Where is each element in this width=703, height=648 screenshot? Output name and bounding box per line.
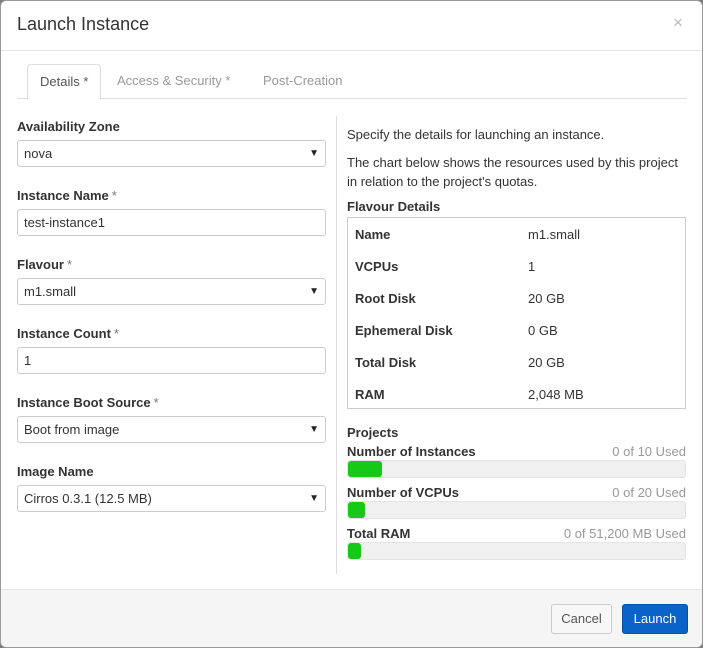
quota-label: Number of Instances [347,444,476,459]
required-marker: * [66,257,73,272]
quota-progress-bar [347,542,686,560]
availability-zone-group: Availability Zone nova ▼ [17,119,326,167]
boot-source-select[interactable]: Boot from image ▼ [17,416,326,443]
image-name-group: Image Name Cirros 0.3.1 (12.5 MB) ▼ [17,464,326,512]
quota-label: Total RAM [347,526,411,541]
boot-source-label: Instance Boot Source [17,395,151,410]
quota-progress-bar [347,460,686,478]
flavour-details-table: Name m1.small VCPUs 1 Root Disk 20 GB Ep… [347,217,686,409]
flavour-row-value: 20 GB [528,291,565,306]
flavour-row: Root Disk 20 GB [355,291,675,311]
required-marker: * [111,188,117,203]
flavour-row-value: m1.small [528,227,581,242]
quota-used-text: 0 of 20 Used [612,485,686,500]
quota-progress-fill [348,461,382,477]
tab-access-security[interactable]: Access & Security * [117,64,230,99]
cancel-button[interactable]: Cancel [551,604,612,634]
quota-progress-fill [348,502,365,518]
boot-source-label-wrap: Instance Boot Source * [17,395,326,412]
flavour-row: VCPUs 1 [355,259,675,279]
flavour-row-key: Total Disk [355,355,417,370]
tab-bar: Details * Access & Security * Post-Creat… [17,64,687,100]
image-name-value: Cirros 0.3.1 (12.5 MB) [24,491,152,506]
instance-count-label: Instance Count [17,326,111,341]
flavour-select[interactable]: m1.small ▼ [17,278,326,305]
projects-title: Projects [347,425,399,440]
instance-name-label: Instance Name [17,188,109,203]
boot-source-group: Instance Boot Source * Boot from image ▼ [17,395,326,443]
flavour-details-title: Flavour Details [347,199,441,214]
flavour-row-value: 2,048 MB [528,387,584,402]
quota-progress-bar [347,501,686,519]
quota-used-text: 0 of 51,200 MB Used [563,526,686,541]
flavour-row-key: VCPUs [355,259,399,274]
flavour-group: Flavour * m1.small ▼ [17,257,326,305]
flavour-value: m1.small [24,284,77,299]
instance-count-input[interactable] [17,347,326,374]
flavour-label: Flavour [17,257,64,272]
quota-used-text: 0 of 10 Used [612,444,686,459]
instance-count-group: Instance Count * [17,326,326,374]
flavour-row: Name m1.small [355,227,675,247]
launch-button[interactable]: Launch [622,604,688,634]
flavour-row: RAM 2,048 MB [355,387,675,407]
image-name-label: Image Name [17,464,94,479]
flavour-row-key: Name [355,227,391,242]
modal-title: Launch Instance [17,14,150,34]
instance-name-input[interactable] [17,209,326,236]
flavour-row-key: Root Disk [355,291,416,306]
quota-label: Number of VCPUs [347,485,459,500]
help-chart-note: The chart below shows the resources used… [347,155,678,189]
flavour-row-key: Ephemeral Disk [355,323,453,338]
close-icon[interactable]: × [673,13,683,33]
availability-zone-select[interactable]: nova ▼ [17,140,326,167]
required-marker: * [153,395,159,410]
modal-header: Launch Instance × [1,1,702,51]
flavour-row-value: 0 GB [528,323,558,338]
quota-progress-fill [348,543,362,559]
instance-name-label-wrap: Instance Name * [17,188,326,205]
dropdown-arrow-icon: ▼ [309,493,319,504]
flavour-row: Total Disk 20 GB [355,355,675,375]
dropdown-arrow-icon: ▼ [309,286,319,297]
launch-instance-modal: Launch Instance × Details * Access & Sec… [0,0,703,648]
flavour-row: Ephemeral Disk 0 GB [355,323,675,343]
required-marker: * [113,326,119,341]
instance-name-group: Instance Name * [17,188,326,236]
flavour-row-key: RAM [355,387,385,402]
instance-count-label-wrap: Instance Count * [17,326,326,343]
tab-details[interactable]: Details * [27,64,102,100]
image-name-select[interactable]: Cirros 0.3.1 (12.5 MB) ▼ [17,485,326,512]
boot-source-value: Boot from image [24,422,120,437]
flavour-row-value: 1 [528,259,536,274]
column-divider [336,116,337,574]
flavour-label-wrap: Flavour * [17,257,326,274]
tab-post-creation[interactable]: Post-Creation [263,64,342,99]
dropdown-arrow-icon: ▼ [309,148,319,159]
modal-footer: Cancel Launch [1,589,702,647]
dropdown-arrow-icon: ▼ [309,424,319,435]
availability-zone-value: nova [24,146,53,161]
availability-zone-label: Availability Zone [17,119,120,134]
help-intro: Specify the details for launching an ins… [347,127,605,142]
flavour-row-value: 20 GB [528,355,565,370]
